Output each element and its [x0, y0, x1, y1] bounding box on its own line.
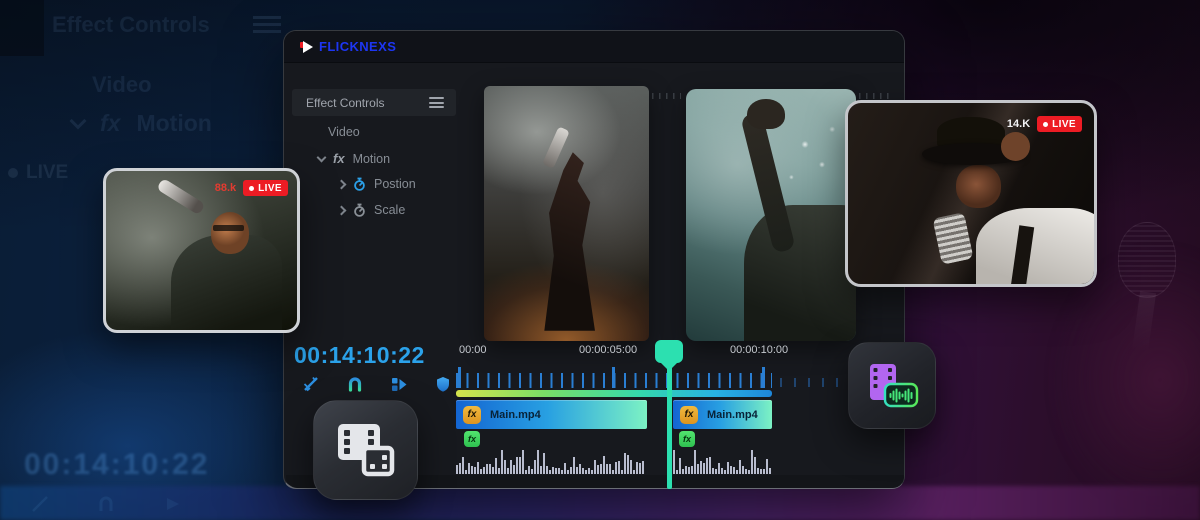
white-shirt-shape	[975, 207, 1094, 284]
motion-label: Motion	[352, 151, 391, 166]
audio-fx-badge-icon[interactable]: fx	[679, 431, 695, 447]
live-badge: LIVE	[243, 180, 288, 196]
clip-name: Main.mp4	[707, 408, 758, 421]
ghost-toolbar-icons	[30, 494, 182, 514]
vintage-microphone-shape	[932, 212, 974, 266]
major-tick	[612, 367, 615, 388]
ghost-video-label: Video	[92, 72, 152, 97]
stopwatch-icon-active[interactable]	[353, 177, 366, 191]
tree-item-scale[interactable]: Scale	[336, 203, 406, 217]
timeline-toolbar	[302, 375, 452, 393]
ruler-label-1: 00:00:05:00	[579, 344, 638, 356]
major-tick	[762, 367, 765, 388]
live-label: LIVE	[1052, 118, 1076, 130]
panel-menu-icon[interactable]	[429, 97, 444, 108]
ghost-motion-label: Motion	[136, 110, 212, 136]
live-badge-row: 88.k LIVE	[215, 180, 288, 196]
ghost-live-row: LIVE	[8, 162, 68, 184]
program-monitor-clip-1	[484, 86, 649, 341]
ghost-live-label: LIVE	[26, 162, 69, 183]
clip-name: Main.mp4	[490, 408, 541, 421]
film-strip-icon	[337, 424, 394, 477]
ghost-menu-icon	[253, 16, 281, 34]
live-stream-card-left[interactable]: 88.k LIVE	[103, 168, 300, 333]
ghost-motion-row: fx Motion	[69, 110, 212, 137]
program-monitor-clip-2	[686, 89, 856, 341]
logo-icon	[300, 40, 313, 53]
snap-magnet-icon[interactable]	[346, 375, 364, 393]
microphone-shape	[156, 177, 205, 215]
live-badge-row: 14.K LIVE	[1007, 116, 1082, 132]
ghost-effect-controls-title: Effect Controls	[52, 12, 210, 37]
shield-icon[interactable]	[434, 375, 452, 393]
ghost-chevron-down-icon	[69, 112, 87, 129]
video-clip-2[interactable]: fx Main.mp4	[673, 400, 772, 429]
film-waveform-icon	[870, 363, 919, 407]
tree-item-position[interactable]: Postion	[336, 177, 416, 191]
linked-selection-off-icon[interactable]	[302, 375, 320, 393]
live-label: LIVE	[258, 182, 282, 194]
raised-arm-shape	[740, 111, 797, 254]
effect-controls-title: Effect Controls	[306, 95, 385, 110]
effect-controls-header[interactable]: Effect Controls	[292, 89, 456, 116]
chevron-right-icon[interactable]	[336, 205, 347, 215]
chevron-down-icon[interactable]	[316, 152, 327, 162]
playhead-handle[interactable]	[655, 340, 683, 371]
fx-badge-icon[interactable]: fx	[463, 405, 481, 424]
playhead-line[interactable]	[667, 363, 672, 489]
singer-face	[211, 212, 250, 254]
tree-item-motion[interactable]: fx Motion	[316, 151, 391, 166]
major-tick	[458, 367, 461, 388]
performer-silhouette	[743, 204, 856, 341]
ruler-label-2: 00:00:10:00	[730, 344, 789, 356]
fx-badge-icon[interactable]: fx	[680, 405, 698, 424]
ghost-microphone-shape	[1118, 222, 1176, 298]
stopwatch-icon[interactable]	[353, 203, 366, 217]
position-label: Postion	[374, 177, 416, 191]
video-label: Video	[328, 125, 360, 139]
work-area-bar[interactable]	[456, 390, 772, 397]
background-corner-tile	[0, 0, 44, 56]
live-dot-icon	[249, 185, 255, 191]
timeline-display-settings-icon[interactable]	[390, 375, 408, 393]
ruler-label-0: 00:00	[459, 344, 487, 356]
audio-fx-badge-icon[interactable]: fx	[464, 431, 480, 447]
chevron-right-icon[interactable]	[336, 179, 347, 189]
microphone-shape	[542, 126, 570, 169]
live-dot-icon	[1043, 121, 1049, 127]
live-badge: LIVE	[1037, 116, 1082, 132]
open-hand-shape	[747, 99, 785, 130]
hand-shape	[1000, 131, 1031, 161]
viewer-count: 14.K	[1006, 118, 1031, 130]
fx-effect-icon: fx	[333, 151, 345, 166]
ghost-play-icon	[167, 498, 179, 510]
viewer-count: 88.k	[214, 182, 237, 194]
ghost-fx-icon: fx	[100, 110, 121, 136]
tree-item-video[interactable]: Video	[328, 125, 360, 139]
app-logo[interactable]: FLICKNEXS	[300, 39, 396, 54]
video-clip-1[interactable]: fx Main.mp4	[456, 400, 647, 429]
timeline-timecode: 00:14:10:22	[294, 342, 425, 368]
singer-silhouette	[544, 152, 595, 331]
live-stream-card-right[interactable]: 14.K LIVE	[845, 100, 1097, 287]
video-file-tile[interactable]	[313, 400, 418, 500]
glasses-shape	[212, 225, 244, 232]
scale-label: Scale	[374, 203, 406, 217]
audio-waveform-1[interactable]	[456, 448, 647, 474]
media-audio-tile[interactable]	[848, 342, 936, 429]
ghost-magnet-icon	[99, 496, 113, 511]
audio-waveform-2[interactable]	[673, 448, 772, 474]
editor-topbar: FLICKNEXS	[284, 31, 904, 63]
ghost-live-dot-icon	[8, 168, 18, 178]
monitor-ruler-ticks	[859, 93, 891, 99]
stage: Effect Controls Video fx Motion LIVE 00:…	[0, 0, 1200, 520]
singer-face	[956, 164, 1001, 208]
ghost-timecode: 00:14:10:22	[24, 448, 210, 481]
logo-text: FLICKNEXS	[319, 39, 397, 54]
ghost-slash-icon	[32, 496, 48, 512]
